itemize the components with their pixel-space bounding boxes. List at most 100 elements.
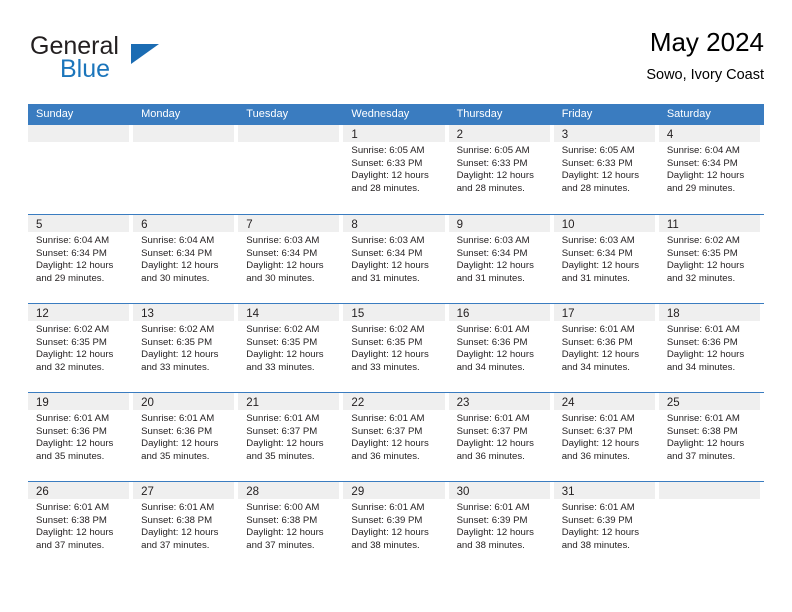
daylight-text-line2: and 38 minutes. <box>561 539 630 551</box>
week-row: 5 Sunrise: 6:04 AM Sunset: 6:34 PM Daylight… <box>28 214 764 303</box>
sunset-text: Sunset: 6:35 PM <box>36 336 107 348</box>
daylight-text-line2: and 35 minutes. <box>36 450 105 462</box>
sunrise-text: Sunrise: 6:02 AM <box>141 324 215 335</box>
daylight-text-line1: Daylight: 12 hours <box>456 170 534 182</box>
day-number-band: 18 <box>658 304 760 321</box>
day-number: 23 <box>456 397 470 409</box>
sunrise-text: Sunrise: 6:01 AM <box>246 413 320 424</box>
day-cell[interactable]: 11 Sunrise: 6:02 AM Sunset: 6:35 PM Dayligh… <box>658 215 764 303</box>
sunset-text: Sunset: 6:37 PM <box>351 425 423 437</box>
day-number-band: 26 <box>28 482 130 499</box>
day-cell[interactable]: 21 Sunrise: 6:01 AM Sunset: 6:37 PM Dayligh… <box>238 393 343 481</box>
day-number: 7 <box>246 219 253 231</box>
daylight-text-line1: Daylight: 12 hours <box>246 527 324 539</box>
day-cell-empty[interactable] <box>658 482 764 570</box>
daylight-text-line1: Daylight: 12 hours <box>456 527 534 539</box>
day-number-band <box>28 125 130 142</box>
daylight-text-line2: and 30 minutes. <box>246 272 315 284</box>
day-cell[interactable]: 18 Sunrise: 6:01 AM Sunset: 6:36 PM Dayligh… <box>658 304 764 392</box>
day-details: Sunrise: 6:01 AM Sunset: 6:39 PM Daylight:… <box>554 499 655 552</box>
sunset-text: Sunset: 6:38 PM <box>141 514 213 526</box>
day-cell[interactable]: 30 Sunrise: 6:01 AM Sunset: 6:39 PM Dayligh… <box>448 482 554 570</box>
sunset-text: Sunset: 6:36 PM <box>456 336 528 348</box>
day-cell[interactable]: 7 Sunrise: 6:03 AM Sunset: 6:34 PM Daylight… <box>238 215 343 303</box>
day-cell[interactable]: 22 Sunrise: 6:01 AM Sunset: 6:37 PM Dayligh… <box>343 393 448 481</box>
week-row: 19 Sunrise: 6:01 AM Sunset: 6:36 PM Dayligh… <box>28 392 764 481</box>
day-cell[interactable]: 8 Sunrise: 6:03 AM Sunset: 6:34 PM Daylight… <box>343 215 448 303</box>
daylight-text-line2: and 32 minutes. <box>36 361 105 373</box>
sunset-text: Sunset: 6:38 PM <box>36 514 107 526</box>
daylight-text-line2: and 31 minutes. <box>456 272 525 284</box>
sunrise-text: Sunrise: 6:01 AM <box>666 413 740 424</box>
sunrise-text: Sunrise: 6:00 AM <box>246 502 320 513</box>
day-cell-empty[interactable] <box>133 125 238 214</box>
day-details: Sunrise: 6:04 AM Sunset: 6:34 PM Daylight:… <box>28 232 129 285</box>
sunrise-text: Sunrise: 6:03 AM <box>246 235 320 246</box>
daylight-text-line1: Daylight: 12 hours <box>561 260 640 272</box>
day-cell[interactable]: 17 Sunrise: 6:01 AM Sunset: 6:36 PM Dayligh… <box>553 304 659 392</box>
day-cell[interactable]: 12 Sunrise: 6:02 AM Sunset: 6:35 PM Dayligh… <box>28 304 133 392</box>
page-title: May 2024 <box>649 27 764 57</box>
day-cell[interactable]: 28 Sunrise: 6:00 AM Sunset: 6:38 PM Dayligh… <box>238 482 343 570</box>
daylight-text-line2: and 28 minutes. <box>456 182 525 194</box>
day-cell[interactable]: 23 Sunrise: 6:01 AM Sunset: 6:37 PM Dayligh… <box>448 393 554 481</box>
day-cell[interactable]: 25 Sunrise: 6:01 AM Sunset: 6:38 PM Dayligh… <box>658 393 764 481</box>
day-number-band: 17 <box>553 304 655 321</box>
day-cell[interactable]: 9 Sunrise: 6:03 AM Sunset: 6:34 PM Daylight… <box>448 215 554 303</box>
day-number: 4 <box>666 129 674 141</box>
day-cell[interactable]: 26 Sunrise: 6:01 AM Sunset: 6:38 PM Dayligh… <box>28 482 133 570</box>
daylight-text-line2: and 34 minutes. <box>561 361 630 373</box>
day-cell[interactable]: 13 Sunrise: 6:02 AM Sunset: 6:35 PM Dayligh… <box>133 304 238 392</box>
day-number-band: 21 <box>238 393 340 410</box>
day-details: Sunrise: 6:01 AM Sunset: 6:36 PM Daylight:… <box>133 410 234 463</box>
day-cell[interactable]: 1 Sunrise: 6:05 AM Sunset: 6:33 PM Daylight… <box>343 125 448 214</box>
day-number-band: 27 <box>133 482 235 499</box>
sunset-text: Sunset: 6:34 PM <box>246 247 318 259</box>
day-number-band: 8 <box>343 215 445 232</box>
day-cell[interactable]: 31 Sunrise: 6:01 AM Sunset: 6:39 PM Dayligh… <box>553 482 659 570</box>
day-cell[interactable]: 27 Sunrise: 6:01 AM Sunset: 6:38 PM Dayligh… <box>133 482 238 570</box>
day-details: Sunrise: 6:01 AM Sunset: 6:38 PM Daylight:… <box>28 499 129 552</box>
day-cell-empty[interactable] <box>238 125 343 214</box>
sunrise-text: Sunrise: 6:04 AM <box>666 145 740 156</box>
day-cell[interactable]: 6 Sunrise: 6:04 AM Sunset: 6:34 PM Daylight… <box>133 215 238 303</box>
day-number-band: 12 <box>28 304 130 321</box>
daylight-text-line1: Daylight: 12 hours <box>246 349 324 361</box>
day-number: 8 <box>351 219 358 231</box>
daylight-text-line1: Daylight: 12 hours <box>456 438 534 450</box>
day-cell[interactable]: 14 Sunrise: 6:02 AM Sunset: 6:35 PM Dayligh… <box>238 304 343 392</box>
daylight-text-line1: Daylight: 12 hours <box>246 260 324 272</box>
day-cell[interactable]: 20 Sunrise: 6:01 AM Sunset: 6:36 PM Dayligh… <box>133 393 238 481</box>
daylight-text-line1: Daylight: 12 hours <box>141 527 219 539</box>
sunset-text: Sunset: 6:39 PM <box>456 514 528 526</box>
day-details: Sunrise: 6:03 AM Sunset: 6:34 PM Daylight:… <box>238 232 339 285</box>
day-cell[interactable]: 5 Sunrise: 6:04 AM Sunset: 6:34 PM Daylight… <box>28 215 133 303</box>
day-cell[interactable]: 15 Sunrise: 6:02 AM Sunset: 6:35 PM Dayligh… <box>343 304 448 392</box>
sunrise-text: Sunrise: 6:01 AM <box>666 324 740 335</box>
day-cell[interactable]: 29 Sunrise: 6:01 AM Sunset: 6:39 PM Dayligh… <box>343 482 448 570</box>
day-cell[interactable]: 4 Sunrise: 6:04 AM Sunset: 6:34 PM Daylight… <box>658 125 764 214</box>
sunset-text: Sunset: 6:34 PM <box>36 247 107 259</box>
day-details: Sunrise: 6:01 AM Sunset: 6:38 PM Daylight:… <box>659 410 760 463</box>
day-cell[interactable]: 10 Sunrise: 6:03 AM Sunset: 6:34 PM Dayligh… <box>553 215 659 303</box>
general-blue-logo: General Blue <box>30 32 230 88</box>
day-number-band: 20 <box>133 393 235 410</box>
day-cell[interactable]: 3 Sunrise: 6:05 AM Sunset: 6:33 PM Daylight… <box>553 125 659 214</box>
day-details: Sunrise: 6:05 AM Sunset: 6:33 PM Daylight:… <box>343 142 444 195</box>
day-cell[interactable]: 16 Sunrise: 6:01 AM Sunset: 6:36 PM Dayligh… <box>448 304 554 392</box>
day-number: 14 <box>246 308 260 320</box>
week-row: 1 Sunrise: 6:05 AM Sunset: 6:33 PM Daylight… <box>28 125 764 214</box>
calendar-page: General Blue May 2024 Sowo, Ivory Coast … <box>0 0 792 612</box>
day-cell[interactable]: 2 Sunrise: 6:05 AM Sunset: 6:33 PM Daylight… <box>448 125 554 214</box>
sunset-text: Sunset: 6:35 PM <box>351 336 423 348</box>
day-cell[interactable]: 24 Sunrise: 6:01 AM Sunset: 6:37 PM Dayligh… <box>553 393 659 481</box>
day-number: 31 <box>561 486 575 498</box>
daylight-text-line2: and 37 minutes. <box>246 539 315 551</box>
sunrise-text: Sunrise: 6:01 AM <box>456 324 530 335</box>
day-cell-empty[interactable] <box>28 125 133 214</box>
daylight-text-line2: and 35 minutes. <box>141 450 210 462</box>
sunset-text: Sunset: 6:33 PM <box>561 157 633 169</box>
day-cell[interactable]: 19 Sunrise: 6:01 AM Sunset: 6:36 PM Dayligh… <box>28 393 133 481</box>
daylight-text-line1: Daylight: 12 hours <box>141 349 219 361</box>
sunrise-text: Sunrise: 6:02 AM <box>351 324 425 335</box>
